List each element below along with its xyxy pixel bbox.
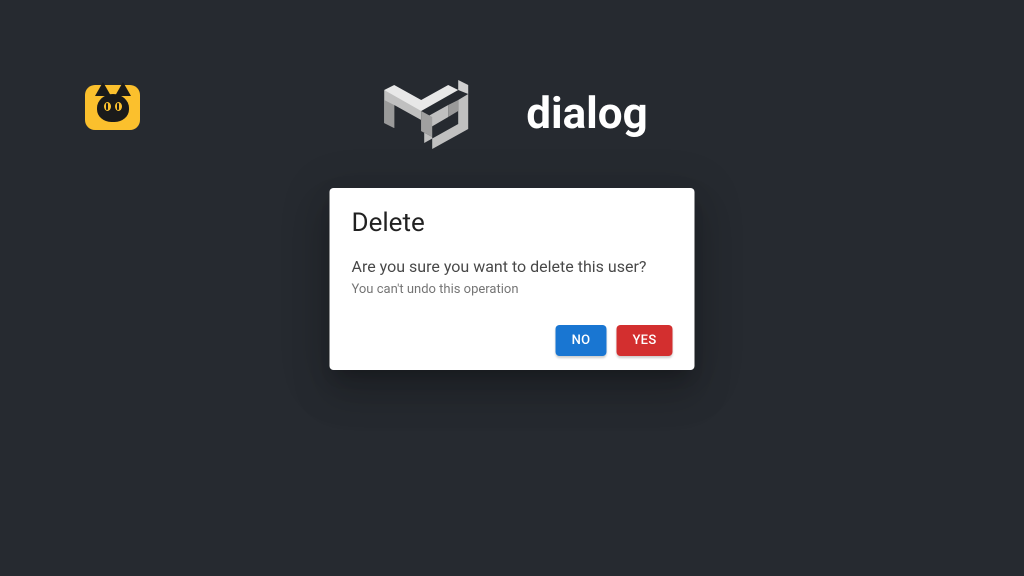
mui-logo-icon (376, 75, 496, 150)
dialog-title: Delete (352, 208, 673, 238)
confirm-dialog: Delete Are you sure you want to delete t… (330, 188, 695, 370)
dialog-actions: NO YES (352, 325, 673, 356)
dialog-subtext: You can't undo this operation (352, 282, 673, 297)
dialog-message: Are you sure you want to delete this use… (352, 256, 673, 278)
cat-icon (93, 90, 133, 125)
cat-logo-badge (85, 85, 140, 130)
yes-button[interactable]: YES (616, 325, 672, 356)
no-button[interactable]: NO (556, 325, 607, 356)
page-header: dialog (376, 75, 648, 150)
header-title: dialog (526, 87, 648, 139)
